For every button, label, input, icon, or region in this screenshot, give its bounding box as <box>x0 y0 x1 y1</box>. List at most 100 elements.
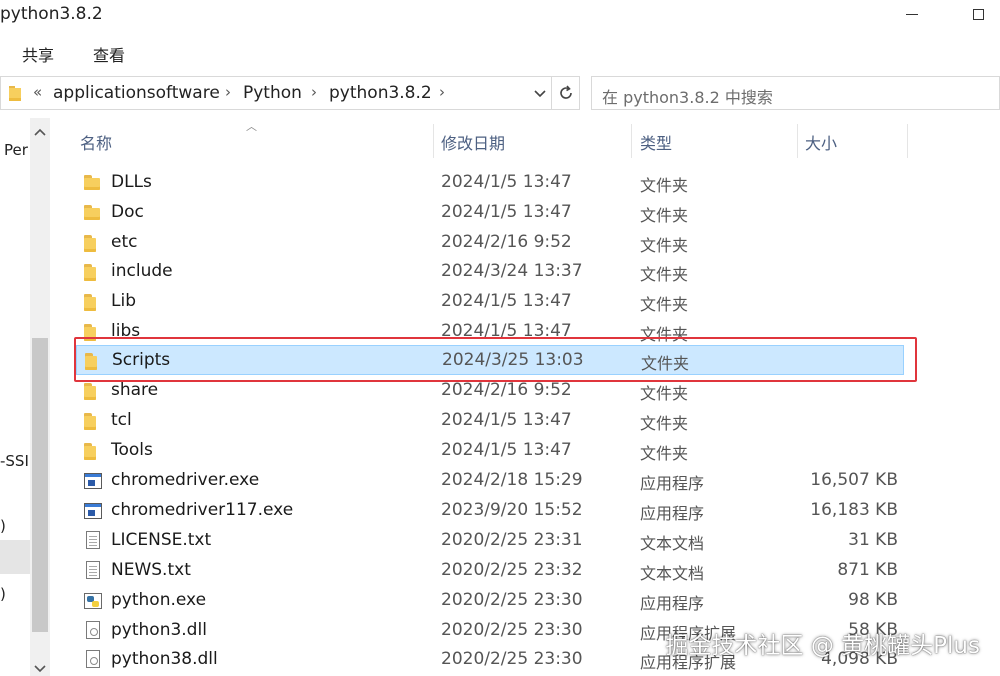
window-title: python3.8.2 <box>0 4 103 24</box>
python-icon <box>84 593 102 609</box>
modified-date: 2020/2/25 23:31 <box>441 530 583 550</box>
nav-item-paren-2[interactable]: ) <box>0 585 6 603</box>
column-divider[interactable] <box>907 124 908 158</box>
file-type: 文件夹 <box>640 295 689 314</box>
tab-view[interactable]: 查看 <box>93 42 125 66</box>
folder-icon <box>9 86 21 101</box>
file-type: 文件夹 <box>640 414 689 433</box>
scroll-down-icon[interactable] <box>34 664 46 674</box>
column-header-size[interactable]: 大小 <box>805 130 837 154</box>
chevron-right-icon[interactable]: › <box>311 83 317 101</box>
text-file-icon <box>86 531 100 549</box>
refresh-icon <box>559 85 572 99</box>
table-row[interactable]: LICENSE.txt 2020/2/25 23:31 文本文档 31 KB <box>74 526 906 556</box>
folder-icon <box>84 205 102 221</box>
table-row[interactable]: chromedriver.exe 2024/2/18 15:29 应用程序 16… <box>74 466 906 496</box>
file-type: 文件夹 <box>640 176 689 195</box>
column-header-name[interactable]: 名称 <box>80 130 112 154</box>
modified-date: 2024/2/18 15:29 <box>441 470 583 490</box>
table-row[interactable]: share 2024/2/16 9:52 文件夹 <box>74 376 906 406</box>
exe-icon <box>84 473 102 489</box>
file-name: share <box>111 380 159 400</box>
table-row[interactable]: tcl 2024/1/5 13:47 文件夹 <box>74 406 906 436</box>
table-row[interactable]: etc 2024/2/16 9:52 文件夹 <box>74 228 906 258</box>
breadcrumb-python382[interactable]: python3.8.2 <box>329 83 432 103</box>
maximize-button[interactable] <box>964 2 992 26</box>
modified-date: 2024/1/5 13:47 <box>441 172 572 192</box>
folder-icon <box>84 294 102 311</box>
modified-date: 2024/1/5 13:47 <box>441 440 572 460</box>
table-row[interactable]: DLLs 2024/1/5 13:47 文件夹 <box>74 168 906 198</box>
refresh-button[interactable] <box>552 76 580 110</box>
column-divider[interactable] <box>797 124 798 158</box>
column-divider[interactable] <box>631 124 632 158</box>
modified-date: 2023/9/20 15:52 <box>441 500 583 520</box>
folder-icon <box>84 264 102 281</box>
file-type: 文件夹 <box>640 236 689 255</box>
file-size: 871 KB <box>837 560 898 580</box>
file-type: 文件夹 <box>640 444 689 463</box>
modified-date: 2020/2/25 23:32 <box>441 560 583 580</box>
file-type: 文件夹 <box>640 265 689 284</box>
column-header-type[interactable]: 类型 <box>640 130 672 154</box>
chevron-right-icon[interactable]: › <box>439 83 445 101</box>
file-type: 文本文档 <box>640 534 705 553</box>
nav-scrollbar-thumb[interactable] <box>32 338 48 632</box>
table-row[interactable]: Lib 2024/1/5 13:47 文件夹 <box>74 287 906 317</box>
file-size: 98 KB <box>848 590 898 610</box>
file-name: include <box>111 261 173 281</box>
table-row[interactable]: include 2024/3/24 13:37 文件夹 <box>74 257 906 287</box>
modified-date: 2020/2/25 23:30 <box>441 590 583 610</box>
table-row[interactable]: python.exe 2020/2/25 23:30 应用程序 98 KB <box>74 586 906 616</box>
file-name: chromedriver117.exe <box>111 500 294 520</box>
search-placeholder: 在 python3.8.2 中搜索 <box>602 88 773 107</box>
file-name: Doc <box>111 202 144 222</box>
file-size: 16,507 KB <box>810 470 898 490</box>
file-type: 文件夹 <box>640 206 689 225</box>
minimize-button[interactable] <box>898 2 926 26</box>
chevron-down-icon[interactable] <box>533 89 547 99</box>
nav-item-paren[interactable]: ) <box>0 517 6 535</box>
folder-icon <box>84 235 102 252</box>
file-name: python38.dll <box>111 649 218 669</box>
nav-item-ssi[interactable]: -SSI <box>0 452 29 470</box>
tab-share[interactable]: 共享 <box>22 42 54 66</box>
modified-date: 2024/1/5 13:47 <box>441 291 572 311</box>
file-name: DLLs <box>111 172 152 192</box>
folder-icon <box>84 413 102 430</box>
dll-icon <box>86 650 100 668</box>
modified-date: 2024/2/16 9:52 <box>441 380 572 400</box>
minimize-icon <box>906 13 918 15</box>
folder-icon <box>84 383 102 400</box>
file-type: 文本文档 <box>640 564 705 583</box>
search-box[interactable]: 在 python3.8.2 中搜索 <box>591 76 1000 110</box>
file-type: 应用程序 <box>640 474 705 493</box>
scroll-up-icon[interactable] <box>34 127 46 137</box>
overflow-chevron-icon[interactable]: « <box>33 83 42 101</box>
nav-item-per[interactable]: Per <box>4 141 28 159</box>
breadcrumb-python[interactable]: Python <box>243 83 302 103</box>
column-divider[interactable] <box>433 124 434 158</box>
folder-icon <box>84 443 102 460</box>
dll-icon <box>86 621 100 639</box>
chevron-right-icon[interactable]: › <box>225 83 231 101</box>
file-name: chromedriver.exe <box>111 470 260 490</box>
modified-date: 2024/2/16 9:52 <box>441 232 572 252</box>
table-row[interactable]: Tools 2024/1/5 13:47 文件夹 <box>74 436 906 466</box>
sort-ascending-icon: ︿ <box>246 120 257 133</box>
table-row[interactable]: NEWS.txt 2020/2/25 23:32 文本文档 871 KB <box>74 556 906 586</box>
file-name: python.exe <box>111 590 207 610</box>
table-row[interactable]: Doc 2024/1/5 13:47 文件夹 <box>74 198 906 228</box>
file-type: 应用程序 <box>640 504 705 523</box>
nav-item-selected[interactable] <box>0 540 30 574</box>
breadcrumb-applicationsoftware[interactable]: applicationsoftware <box>53 83 220 103</box>
modified-date: 2020/2/25 23:30 <box>441 620 583 640</box>
modified-date: 2024/1/5 13:47 <box>441 410 572 430</box>
column-header-date[interactable]: 修改日期 <box>441 130 505 154</box>
file-name: LICENSE.txt <box>111 530 212 550</box>
folder-icon <box>84 175 102 191</box>
table-row[interactable]: chromedriver117.exe 2023/9/20 15:52 应用程序… <box>74 496 906 526</box>
modified-date: 2024/3/24 13:37 <box>441 261 583 281</box>
address-bar[interactable]: « applicationsoftware › Python › python3… <box>0 76 552 110</box>
file-name: python3.dll <box>111 620 207 640</box>
